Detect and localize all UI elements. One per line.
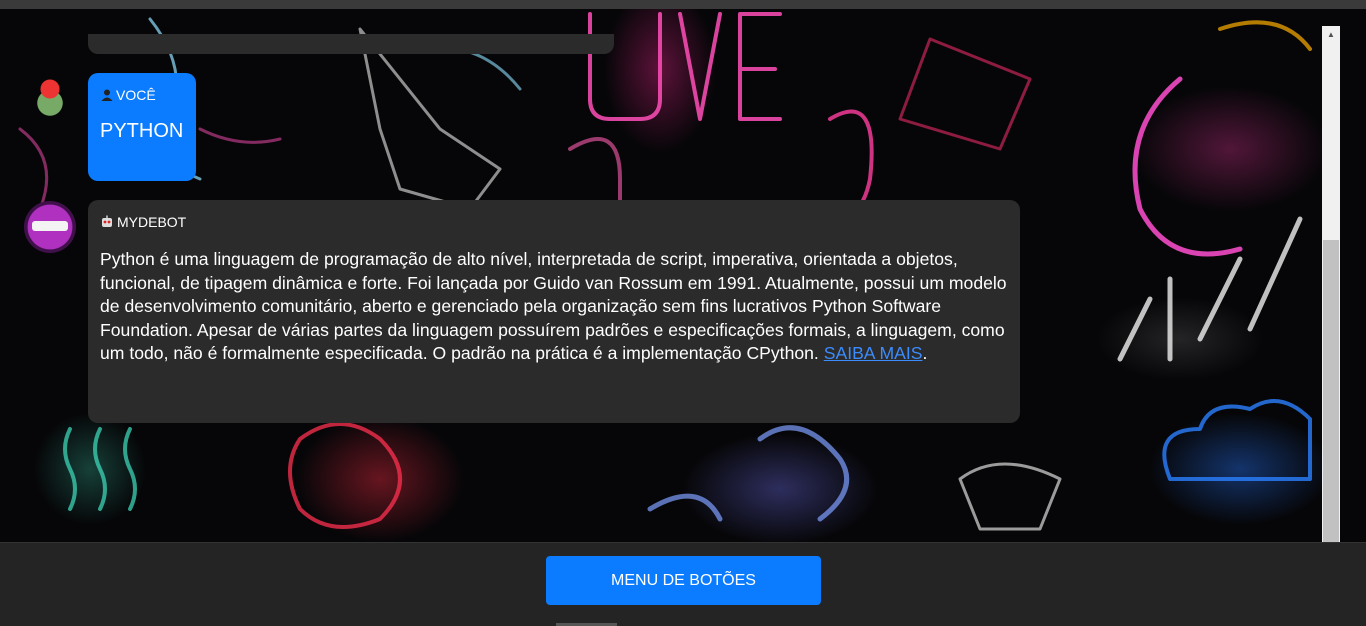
menu-de-botoes-button[interactable]: MENU DE BOTÕES <box>546 556 821 605</box>
bot-message-end: . <box>922 343 928 363</box>
bot-message-sender: MYDEBOT <box>117 214 187 230</box>
footer-bar: MENU DE BOTÕES <box>0 542 1366 626</box>
bot-message-header: MYDEBOT <box>100 214 1008 230</box>
user-avatar <box>33 77 67 117</box>
bot-message-bubble: MYDEBOT Python é uma linguagem de progra… <box>88 200 1020 423</box>
bot-avatar <box>24 201 76 253</box>
chat-scrollbar[interactable]: ▲ <box>1322 26 1340 542</box>
saiba-mais-link[interactable]: SAIBA MAIS <box>824 343 923 363</box>
scroll-thumb[interactable] <box>1323 240 1339 542</box>
robot-icon <box>100 215 114 229</box>
user-message-text: PYTHON <box>100 120 184 142</box>
user-silhouette-icon <box>100 88 114 102</box>
previous-message-bubble <box>88 34 614 54</box>
window-top-bar <box>0 0 1366 9</box>
user-message-header: VOCÊ <box>100 87 184 103</box>
scroll-up-arrow-icon[interactable]: ▲ <box>1322 26 1340 43</box>
bot-message-text: Python é uma linguagem de programação de… <box>100 248 1008 366</box>
user-message-bubble: VOCÊ PYTHON <box>88 73 196 181</box>
chat-area[interactable]: VOCÊ PYTHON MYDEBOT Python é uma linguag… <box>0 9 1366 542</box>
user-message-sender: VOCÊ <box>116 87 156 103</box>
